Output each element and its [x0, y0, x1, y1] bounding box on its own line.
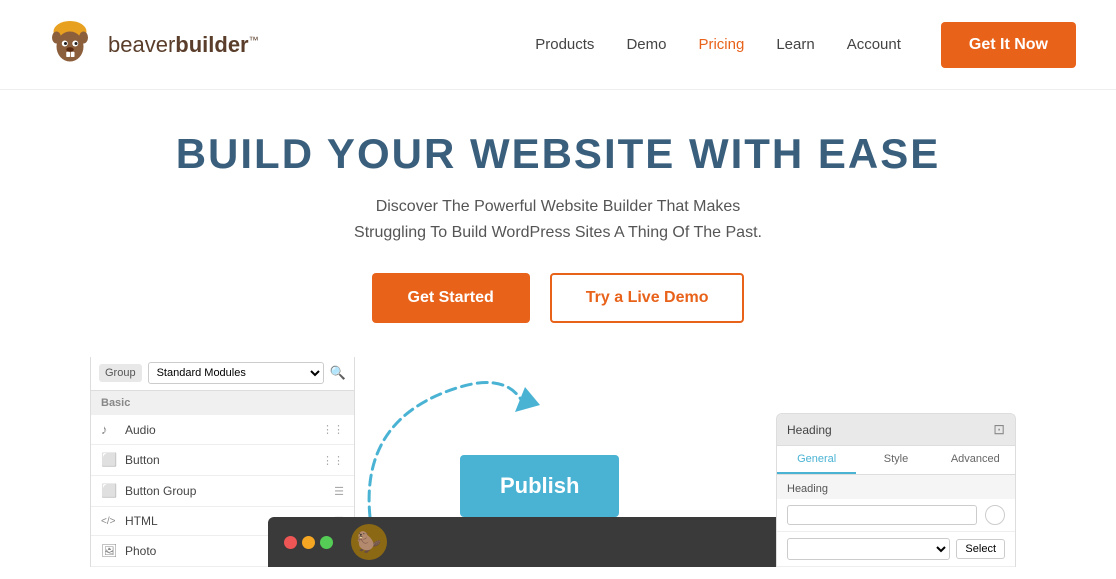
module-item-button[interactable]: ⬜ Button ⋮⋮ [91, 445, 354, 476]
tab-advanced[interactable]: Advanced [936, 446, 1015, 474]
heading-field-row [777, 499, 1015, 532]
maximize-window-btn[interactable] [320, 536, 333, 549]
select-button[interactable]: Select [956, 539, 1005, 559]
panel-right-tabs: General Style Advanced [777, 446, 1015, 475]
hero-subheading: Discover The Powerful Website Builder Th… [20, 194, 1096, 245]
module-item-button-group[interactable]: ⬜ Button Group ☰ [91, 476, 354, 507]
tab-style[interactable]: Style [856, 446, 935, 474]
hero-section: BUILD YOUR WEBSITE WITH EASE Discover Th… [0, 90, 1116, 347]
get-started-button[interactable]: Get Started [372, 273, 530, 323]
modules-select[interactable]: Standard Modules [148, 362, 324, 384]
logo-text: beaverbuilder™ [108, 32, 259, 58]
module-label-html: HTML [125, 514, 158, 528]
hero-buttons: Get Started Try a Live Demo [20, 273, 1096, 323]
try-live-demo-button[interactable]: Try a Live Demo [550, 273, 745, 323]
nav-pricing[interactable]: Pricing [698, 36, 744, 53]
module-label-button-group: Button Group [125, 484, 196, 498]
nav-products[interactable]: Products [535, 36, 594, 53]
module-label-button: Button [125, 453, 160, 467]
html-icon: </> [101, 516, 117, 527]
minimize-window-btn[interactable] [302, 536, 315, 549]
publish-button[interactable]: Publish [460, 455, 619, 517]
heading-settings-panel: Heading ⊡ General Style Advanced Heading… [776, 413, 1016, 567]
heading-field-label: Heading [777, 475, 1015, 499]
main-nav: Products Demo Pricing Learn Account [535, 36, 901, 53]
hero-heading: BUILD YOUR WEBSITE WITH EASE [20, 130, 1096, 178]
panel-close-icon[interactable]: ⊡ [993, 421, 1005, 438]
audio-icon: ♪ [101, 422, 117, 437]
nav-learn[interactable]: Learn [776, 36, 814, 53]
get-it-now-button[interactable]: Get It Now [941, 22, 1076, 68]
beaver-avatar: 🦫 [351, 524, 387, 560]
photo-icon: 🖼 [101, 543, 117, 559]
nav-account[interactable]: Account [847, 36, 901, 53]
tab-general[interactable]: General [777, 446, 856, 474]
heading-toggle[interactable] [985, 505, 1005, 525]
module-label-audio: Audio [125, 423, 156, 437]
heading-tag-select[interactable] [787, 538, 950, 560]
basic-section-label: Basic [91, 391, 354, 415]
button-group-icon: ⬜ [101, 483, 117, 499]
window-controls [284, 536, 333, 549]
close-window-btn[interactable] [284, 536, 297, 549]
module-item-audio[interactable]: ♪ Audio ⋮⋮ [91, 415, 354, 445]
nav-demo[interactable]: Demo [626, 36, 666, 53]
button-icon: ⬜ [101, 452, 117, 468]
heading-text-input[interactable] [787, 505, 977, 525]
panel-right-header: Heading ⊡ [777, 414, 1015, 446]
beaver-logo-icon [40, 15, 100, 75]
panel-right-title: Heading [787, 423, 832, 437]
group-label: Group [99, 364, 142, 382]
panel-toolbar: Group Standard Modules 🔍 [91, 357, 354, 391]
logo[interactable]: beaverbuilder™ [40, 15, 259, 75]
module-label-photo: Photo [125, 544, 156, 558]
heading-select-row: Select [777, 532, 1015, 567]
ui-preview: Modules Rows Templates Saved Group Stand… [0, 357, 1116, 567]
